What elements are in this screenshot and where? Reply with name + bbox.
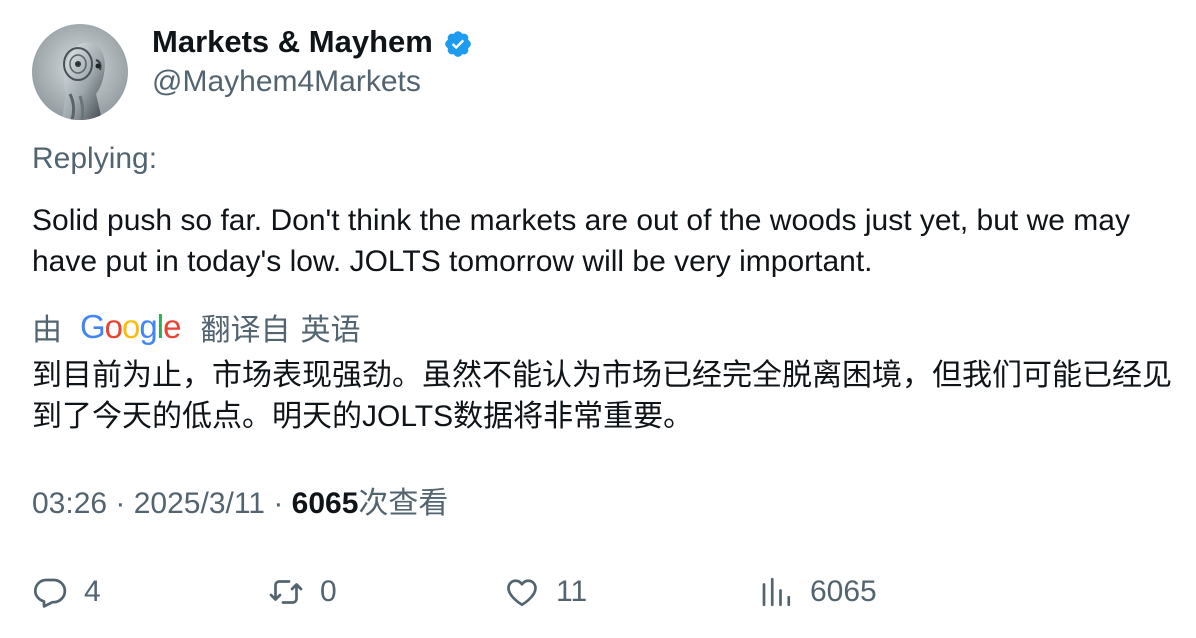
translation-suffix: 翻译自	[200, 314, 291, 347]
verified-badge-icon[interactable]	[443, 29, 473, 59]
reply-count: 4	[84, 575, 101, 608]
google-logo: Google	[80, 308, 181, 345]
retweet-icon	[269, 580, 303, 604]
like-count: 11	[556, 575, 588, 608]
author-handle[interactable]: @Mayhem4Markets	[152, 62, 421, 102]
heart-icon	[507, 579, 537, 607]
translation-source-language: 英语	[300, 314, 361, 347]
retweet-count: 0	[320, 575, 337, 608]
meta-separator: ·	[273, 487, 292, 520]
replying-label: Replying:	[32, 142, 158, 175]
tweet-text: Solid push so far. Don't think the marke…	[32, 204, 1130, 278]
author-display-name[interactable]: Markets & Mayhem	[152, 22, 433, 62]
tweet-meta: 03:26 · 2025/3/11 · 6065次查看	[32, 484, 448, 524]
avatar[interactable]	[32, 24, 128, 120]
views-label: 次查看	[358, 487, 449, 520]
views-count: 6065	[291, 487, 359, 520]
views-button[interactable]: 6065	[758, 570, 877, 614]
robot-avatar-icon	[32, 24, 128, 120]
analytics-icon	[762, 577, 791, 607]
tweet-time[interactable]: 03:26	[32, 487, 107, 520]
retweet-button[interactable]: 0	[268, 570, 337, 614]
reply-button[interactable]: 4	[32, 570, 101, 614]
views-action-count: 6065	[810, 575, 877, 608]
like-button[interactable]: 11	[504, 570, 587, 614]
author-name-row[interactable]: Markets & Mayhem	[152, 22, 473, 62]
action-bar: 4 0 11 6065	[32, 570, 1172, 614]
translated-text: 到目前为止，市场表现强劲。虽然不能认为市场已经完全脱离困境，但我们可能已经见到了…	[32, 359, 1172, 433]
reply-icon	[33, 578, 67, 608]
translation-prefix: 由	[32, 314, 62, 347]
translation-attribution: 由 Google 翻译自 英语	[32, 305, 360, 349]
tweet-date[interactable]: 2025/3/11	[134, 487, 265, 520]
meta-separator: ·	[115, 487, 134, 520]
